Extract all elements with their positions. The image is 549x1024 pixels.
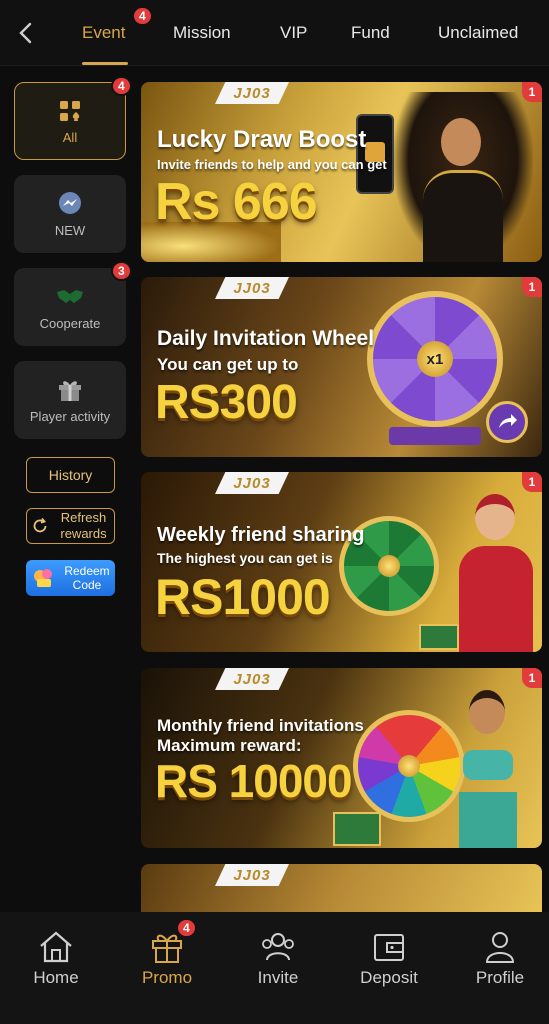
brand-logo: JJ03 (215, 864, 289, 886)
redeem-code-button[interactable]: Redeem Code (26, 560, 115, 596)
banner-title: Weekly friend sharing (157, 524, 365, 546)
redeem-gift-icon (34, 569, 52, 587)
home-icon (40, 931, 72, 963)
nav-invite[interactable]: Invite (233, 930, 323, 988)
people-icon (262, 933, 294, 961)
banner-subtitle: Invite friends to help and you can get (157, 157, 387, 172)
sidebar-item-cooperate[interactable]: Cooperate (14, 268, 126, 346)
tab-event[interactable]: Event (82, 0, 125, 66)
prize-wheel: x1 (367, 291, 503, 427)
history-button[interactable]: History (26, 457, 115, 493)
model-figure (441, 672, 535, 848)
gift-icon (55, 377, 85, 403)
brand-logo: JJ03 (215, 277, 289, 299)
refresh-icon (33, 517, 47, 533)
tab-vip[interactable]: VIP (280, 0, 307, 66)
sidebar-item-all[interactable]: All (14, 82, 126, 160)
refresh-rewards-button[interactable]: Refresh rewards (26, 508, 115, 544)
banner-badge: 1 (522, 668, 542, 688)
back-button[interactable] (12, 18, 38, 48)
tab-fund[interactable]: Fund (351, 0, 390, 66)
bottom-nav: Home Promo 4 Invite Deposit Profile (0, 912, 549, 1024)
banner-subtitle: Maximum reward: (157, 736, 302, 755)
banner-badge: 1 (522, 277, 542, 297)
messenger-icon (55, 191, 85, 217)
banner-daily-invitation-wheel[interactable]: x1 JJ03 Daily Invitation Wheel You can g… (141, 277, 542, 457)
banner-badge: 1 (522, 82, 542, 102)
wallet-icon (374, 934, 404, 961)
brand-logo: JJ03 (215, 668, 289, 690)
banner-amount: RS 10000 (155, 755, 353, 807)
person-icon (485, 932, 515, 963)
banner-lucky-draw-boost[interactable]: JJ03 Lucky Draw Boost Invite friends to … (141, 82, 542, 262)
grid-spade-icon (55, 98, 85, 124)
banner-subtitle: You can get up to (157, 355, 299, 374)
banner-monthly-friend-invitations[interactable]: JJ03 Monthly friend invitations Maximum … (141, 668, 542, 848)
wheel-stand (389, 427, 481, 445)
nav-promo[interactable]: Promo (122, 930, 212, 988)
sidebar-item-new[interactable]: NEW (14, 175, 126, 253)
banner-weekly-friend-sharing[interactable]: JJ03 Weekly friend sharing The highest y… (141, 472, 542, 652)
promo-badge: 4 (176, 918, 197, 938)
spin-arrow-icon (486, 401, 528, 443)
banner-amount: RS300 (155, 376, 298, 429)
active-tab-indicator (82, 62, 128, 65)
sidebar-all-badge: 4 (111, 76, 132, 96)
tab-event-badge: 4 (132, 6, 153, 26)
banner-partial[interactable]: JJ03 (141, 864, 542, 912)
gift-box (419, 624, 459, 650)
brand-logo: JJ03 (215, 472, 289, 494)
banner-title: Monthly friend invitations (157, 716, 364, 735)
tab-unclaimed[interactable]: Unclaimed (438, 0, 518, 66)
nav-profile[interactable]: Profile (455, 930, 545, 988)
banner-subtitle: The highest you can get is (157, 550, 333, 566)
chevron-left-icon (19, 22, 32, 44)
banner-title: Lucky Draw Boost (157, 126, 367, 153)
banner-badge: 1 (522, 472, 542, 492)
nav-deposit[interactable]: Deposit (344, 930, 434, 988)
brand-logo: JJ03 (215, 82, 289, 104)
top-tab-bar: Event 4 Mission VIP Fund Unclaimed (0, 0, 549, 66)
banner-title: Daily Invitation Wheel (157, 327, 375, 350)
tab-mission[interactable]: Mission (173, 0, 231, 66)
hostess-figure (393, 92, 533, 262)
wheel-center: x1 (417, 341, 453, 377)
sidebar-item-player-activity[interactable]: Player activity (14, 361, 126, 439)
sidebar-cooperate-badge: 3 (111, 261, 132, 281)
banner-amount: Rs 666 (155, 173, 318, 231)
pilot-figure (451, 476, 542, 652)
nav-home[interactable]: Home (11, 930, 101, 988)
gift-box (333, 812, 381, 846)
handshake-icon (55, 284, 85, 310)
banner-amount: RS1000 (155, 569, 331, 625)
